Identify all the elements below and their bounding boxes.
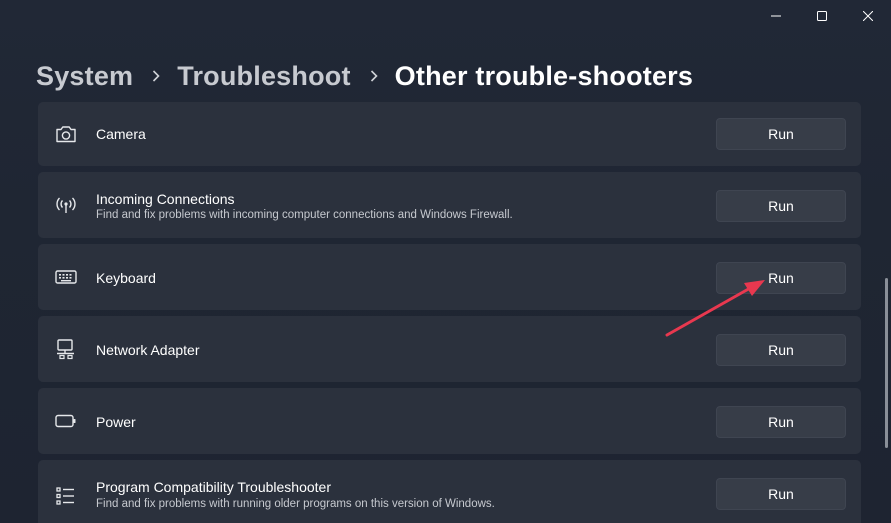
close-icon <box>863 11 873 21</box>
breadcrumb: System Troubleshoot Other trouble-shoote… <box>36 56 693 96</box>
camera-icon <box>54 122 78 146</box>
minimize-icon <box>771 15 781 17</box>
chevron-right-icon <box>370 70 378 82</box>
program-list-icon <box>54 484 78 508</box>
troubleshooter-incoming-connections: Incoming Connections Find and fix proble… <box>38 172 861 238</box>
network-adapter-icon <box>54 337 78 361</box>
troubleshooter-program-compatibility: Program Compatibility Troubleshooter Fin… <box>38 460 861 523</box>
run-network-adapter-button[interactable]: Run <box>716 334 846 366</box>
troubleshooter-camera: Camera Run <box>38 102 861 166</box>
troubleshooter-title: Power <box>96 414 136 430</box>
battery-icon <box>54 409 78 433</box>
breadcrumb-system[interactable]: System <box>36 61 133 92</box>
close-button[interactable] <box>845 0 891 32</box>
troubleshooter-description: Find and fix problems with incoming comp… <box>96 209 513 221</box>
page-title: Other trouble-shooters <box>394 60 694 91</box>
keyboard-icon <box>54 265 78 289</box>
window-controls <box>753 0 891 32</box>
troubleshooter-title: Incoming Connections <box>96 191 235 207</box>
antenna-icon <box>54 194 78 218</box>
run-incoming-connections-button[interactable]: Run <box>716 190 846 222</box>
troubleshooter-power: Power Run <box>38 388 861 454</box>
troubleshooter-keyboard: Keyboard Run <box>38 244 861 310</box>
minimize-button[interactable] <box>753 0 799 32</box>
chevron-right-icon <box>152 70 160 82</box>
troubleshooter-description: Find and fix problems with running older… <box>96 498 495 510</box>
troubleshooter-title: Network Adapter <box>96 342 200 358</box>
settings-window: System Troubleshoot Other trouble-shoote… <box>0 0 891 523</box>
scrollbar-thumb[interactable] <box>885 278 888 448</box>
troubleshooter-title: Keyboard <box>96 270 156 286</box>
troubleshooter-title: Camera <box>96 126 146 142</box>
troubleshooter-title: Program Compatibility Troubleshooter <box>96 479 331 495</box>
run-program-compatibility-button[interactable]: Run <box>716 478 846 510</box>
run-power-button[interactable]: Run <box>716 406 846 438</box>
breadcrumb-troubleshoot[interactable]: Troubleshoot <box>177 61 350 92</box>
run-camera-button[interactable]: Run <box>716 118 846 150</box>
run-keyboard-button[interactable]: Run <box>716 262 846 294</box>
maximize-icon <box>817 11 827 21</box>
maximize-button[interactable] <box>799 0 845 32</box>
troubleshooter-network-adapter: Network Adapter Run <box>38 316 861 382</box>
